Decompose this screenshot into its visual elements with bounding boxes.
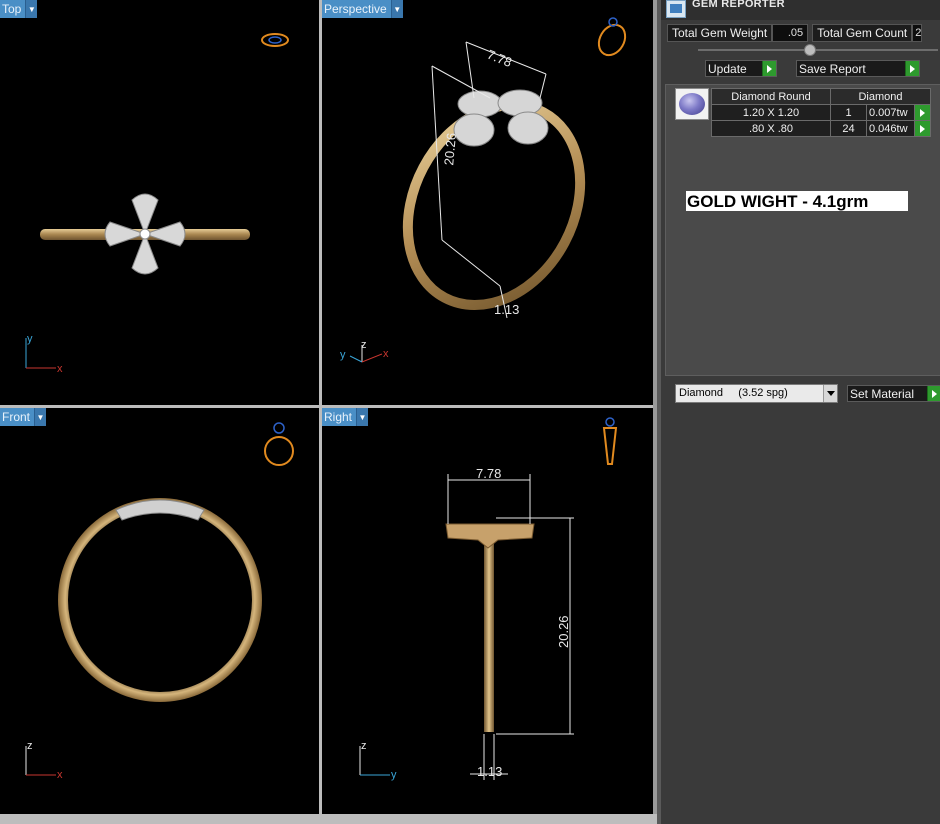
gem-weight: 0.007tw <box>866 104 915 121</box>
right-view-scene: 7.78 20.26 1.13 z y <box>359 417 618 781</box>
viewport-label-front[interactable]: Front ▼ <box>0 408 47 426</box>
total-gem-weight-value: .05 <box>772 24 809 42</box>
gem-reporter-logo-icon <box>666 0 686 18</box>
axis-gizmo-right: z y <box>359 740 397 781</box>
viewport-label-perspective[interactable]: Perspective ▼ <box>322 0 403 18</box>
viewport-name-top[interactable]: Top <box>0 0 26 18</box>
dimension-width-perspective: 7.78 <box>485 47 514 70</box>
axis-y-label: y <box>27 333 33 345</box>
panel-header: GEM REPORTER <box>661 0 940 20</box>
play-icon[interactable] <box>905 61 919 76</box>
table-row[interactable]: 1.20 X 1.20 1 0.007tw <box>711 104 931 121</box>
viewport-dropdown-icon[interactable]: ▼ <box>356 408 369 426</box>
dimension-band-right: 1.13 <box>477 764 502 779</box>
flower-head-top <box>104 193 186 275</box>
dropdown-arrow-icon[interactable] <box>823 385 837 402</box>
gem-stats-row: Total Gem Weight .05 Total Gem Count 25 <box>667 24 923 42</box>
gem-size: 1.20 X 1.20 <box>711 104 831 121</box>
gem-size: .80 X .80 <box>711 120 831 137</box>
dimension-height-right: 20.26 <box>556 615 571 648</box>
cad-application: y x Top ▼ 7.78 20.26 1.13 y z x Perspect… <box>0 0 940 824</box>
viewport-top[interactable]: y x Top ▼ <box>0 0 319 405</box>
gem-table-area: Diamond Round Diamond 1.20 X 1.20 1 0.00… <box>665 84 940 376</box>
gem-reporter-panel: GEM REPORTER Total Gem Weight .05 Total … <box>657 0 940 824</box>
total-gem-count-value: 25 <box>912 24 923 42</box>
table-header-material: Diamond <box>830 88 931 105</box>
table-row[interactable]: .80 X .80 24 0.046tw <box>711 120 931 137</box>
dimension-width-right: 7.78 <box>476 466 501 481</box>
gold-weight-note: GOLD WIGHT - 4.1grm <box>686 191 908 211</box>
axis-y-label: y <box>340 349 346 361</box>
dimension-height-perspective: 20.26 <box>441 132 459 166</box>
play-icon[interactable] <box>927 386 940 401</box>
axis-gizmo-front: z x <box>25 740 63 781</box>
row-play-icon[interactable] <box>914 120 931 137</box>
viewport-name-front[interactable]: Front <box>0 408 35 426</box>
update-button[interactable]: Update <box>705 60 777 77</box>
total-gem-weight-label: Total Gem Weight <box>667 24 773 42</box>
play-icon[interactable] <box>762 61 776 76</box>
viewport-front[interactable]: z x Front ▼ <box>0 408 319 814</box>
gem-thumbnail[interactable] <box>675 88 709 120</box>
ring-icon-front <box>264 422 294 466</box>
total-gem-count-label: Total Gem Count <box>812 24 913 42</box>
axis-gizmo-perspective: y z x <box>340 339 389 363</box>
axis-y-label: y <box>391 769 397 781</box>
panel-slider-knob[interactable] <box>804 44 816 56</box>
axis-z-label: z <box>27 740 33 752</box>
ring-icon-top <box>261 33 289 47</box>
save-report-button[interactable]: Save Report <box>796 60 920 77</box>
viewport-dropdown-icon[interactable]: ▼ <box>34 408 47 426</box>
axis-x-label: x <box>57 363 63 375</box>
round-diamond-icon <box>679 93 705 115</box>
material-select[interactable]: Diamond (3.52 spg) <box>675 384 838 403</box>
table-header-shape: Diamond Round <box>711 88 831 105</box>
ring-icon-perspective <box>597 17 627 57</box>
panel-slider-track[interactable] <box>698 44 938 56</box>
axis-gizmo-top: y x <box>25 333 63 375</box>
gem-count: 1 <box>830 104 867 121</box>
front-view-scene: z x <box>25 422 294 781</box>
axis-x-label: x <box>383 348 389 360</box>
gem-count: 24 <box>830 120 867 137</box>
gem-table: Diamond Round Diamond 1.20 X 1.20 1 0.00… <box>711 88 931 137</box>
top-view-scene: y x <box>25 33 289 375</box>
perspective-view-scene: 7.78 20.26 1.13 y z x <box>340 17 627 363</box>
gem-weight: 0.046tw <box>866 120 915 137</box>
flower-head-perspective <box>453 89 549 147</box>
material-selected-value: Diamond (3.52 spg) <box>679 387 788 399</box>
viewport-divider-bottom <box>0 814 657 824</box>
update-button-label: Update <box>708 61 747 76</box>
set-material-button-label: Set Material <box>850 386 915 401</box>
ring-icon-right <box>602 417 618 465</box>
axis-z-label: z <box>361 339 367 351</box>
dimension-lines-perspective <box>431 41 547 319</box>
axis-x-label: x <box>57 769 63 781</box>
row-play-icon[interactable] <box>914 104 931 121</box>
ring-band-right <box>484 532 494 732</box>
set-material-button[interactable]: Set Material <box>847 385 940 402</box>
panel-title: GEM REPORTER <box>692 0 785 10</box>
save-report-button-label: Save Report <box>799 61 866 76</box>
axis-z-label: z <box>361 740 367 752</box>
viewport-perspective[interactable]: 7.78 20.26 1.13 y z x Perspective ▼ <box>322 0 653 405</box>
dimension-band-perspective: 1.13 <box>494 302 519 317</box>
viewport-right[interactable]: 7.78 20.26 1.13 z y Right ▼ <box>322 408 653 814</box>
viewport-divider-horizontal[interactable] <box>0 405 653 408</box>
flower-head-right <box>445 523 535 549</box>
viewport-name-perspective[interactable]: Perspective <box>322 0 391 18</box>
viewport-name-right[interactable]: Right <box>322 408 357 426</box>
viewport-label-right[interactable]: Right ▼ <box>322 408 369 426</box>
viewport-dropdown-icon[interactable]: ▼ <box>25 0 38 18</box>
viewport-dropdown-icon[interactable]: ▼ <box>390 0 403 18</box>
viewport-label-top[interactable]: Top ▼ <box>0 0 38 18</box>
